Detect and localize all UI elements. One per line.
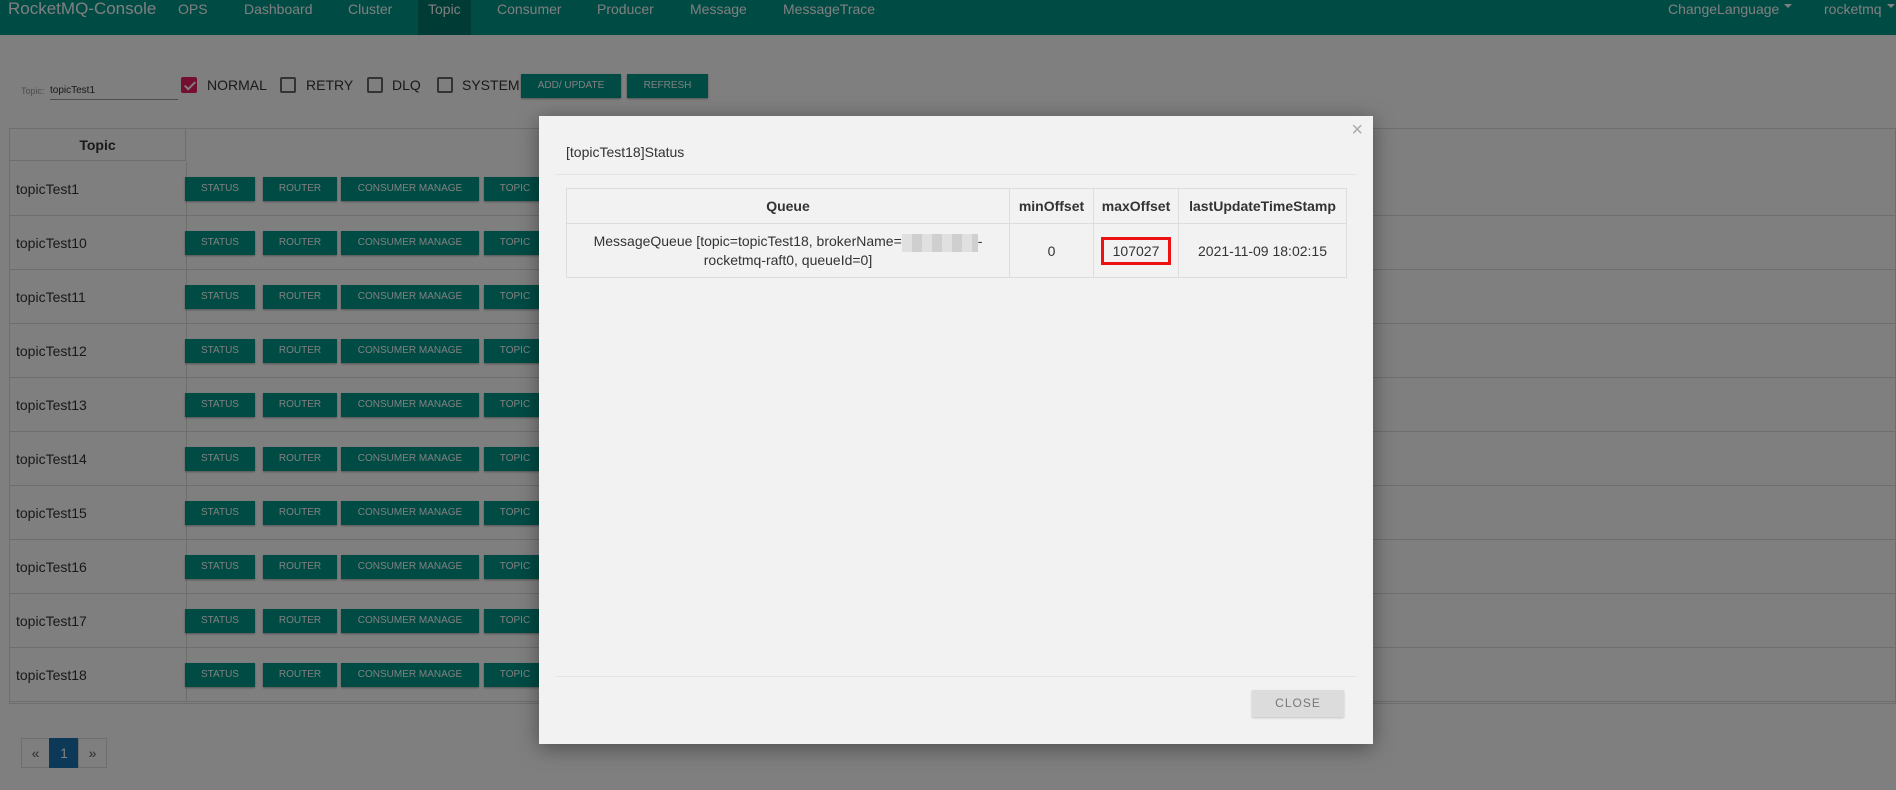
min-offset-column-header: minOffset — [1009, 188, 1094, 224]
redacted-broker-name — [901, 233, 978, 252]
queue-text-part2: - — [977, 233, 983, 250]
last-update-column-header: lastUpdateTimeStamp — [1178, 188, 1347, 224]
queue-text-part1: MessageQueue [topic=topicTest18, brokerN… — [593, 233, 902, 250]
table-header-row: Queue minOffset maxOffset lastUpdateTime… — [566, 188, 1347, 224]
close-button[interactable]: CLOSE — [1252, 690, 1344, 717]
max-offset-column-header: maxOffset — [1093, 188, 1179, 224]
queue-column-header: Queue — [566, 188, 1010, 224]
modal-title: [topicTest18]Status — [566, 144, 685, 160]
status-modal: × [topicTest18]Status Queue minOffset ma… — [539, 116, 1373, 744]
close-icon[interactable]: × — [1351, 120, 1363, 140]
queue-text-part3: rocketmq-raft0, queueId=0] — [703, 251, 873, 268]
min-offset-cell: 0 — [1009, 223, 1094, 278]
queue-status-table: Queue minOffset maxOffset lastUpdateTime… — [566, 188, 1347, 278]
modal-header-divider — [555, 174, 1357, 175]
queue-cell: MessageQueue [topic=topicTest18, brokerN… — [566, 223, 1010, 278]
max-offset-highlight: 107027 — [1100, 236, 1172, 265]
last-update-cell: 2021-11-09 18:02:15 — [1178, 223, 1347, 278]
table-row: MessageQueue [topic=topicTest18, brokerN… — [566, 223, 1347, 278]
modal-footer-divider — [555, 676, 1357, 677]
max-offset-cell: 107027 — [1093, 223, 1179, 278]
